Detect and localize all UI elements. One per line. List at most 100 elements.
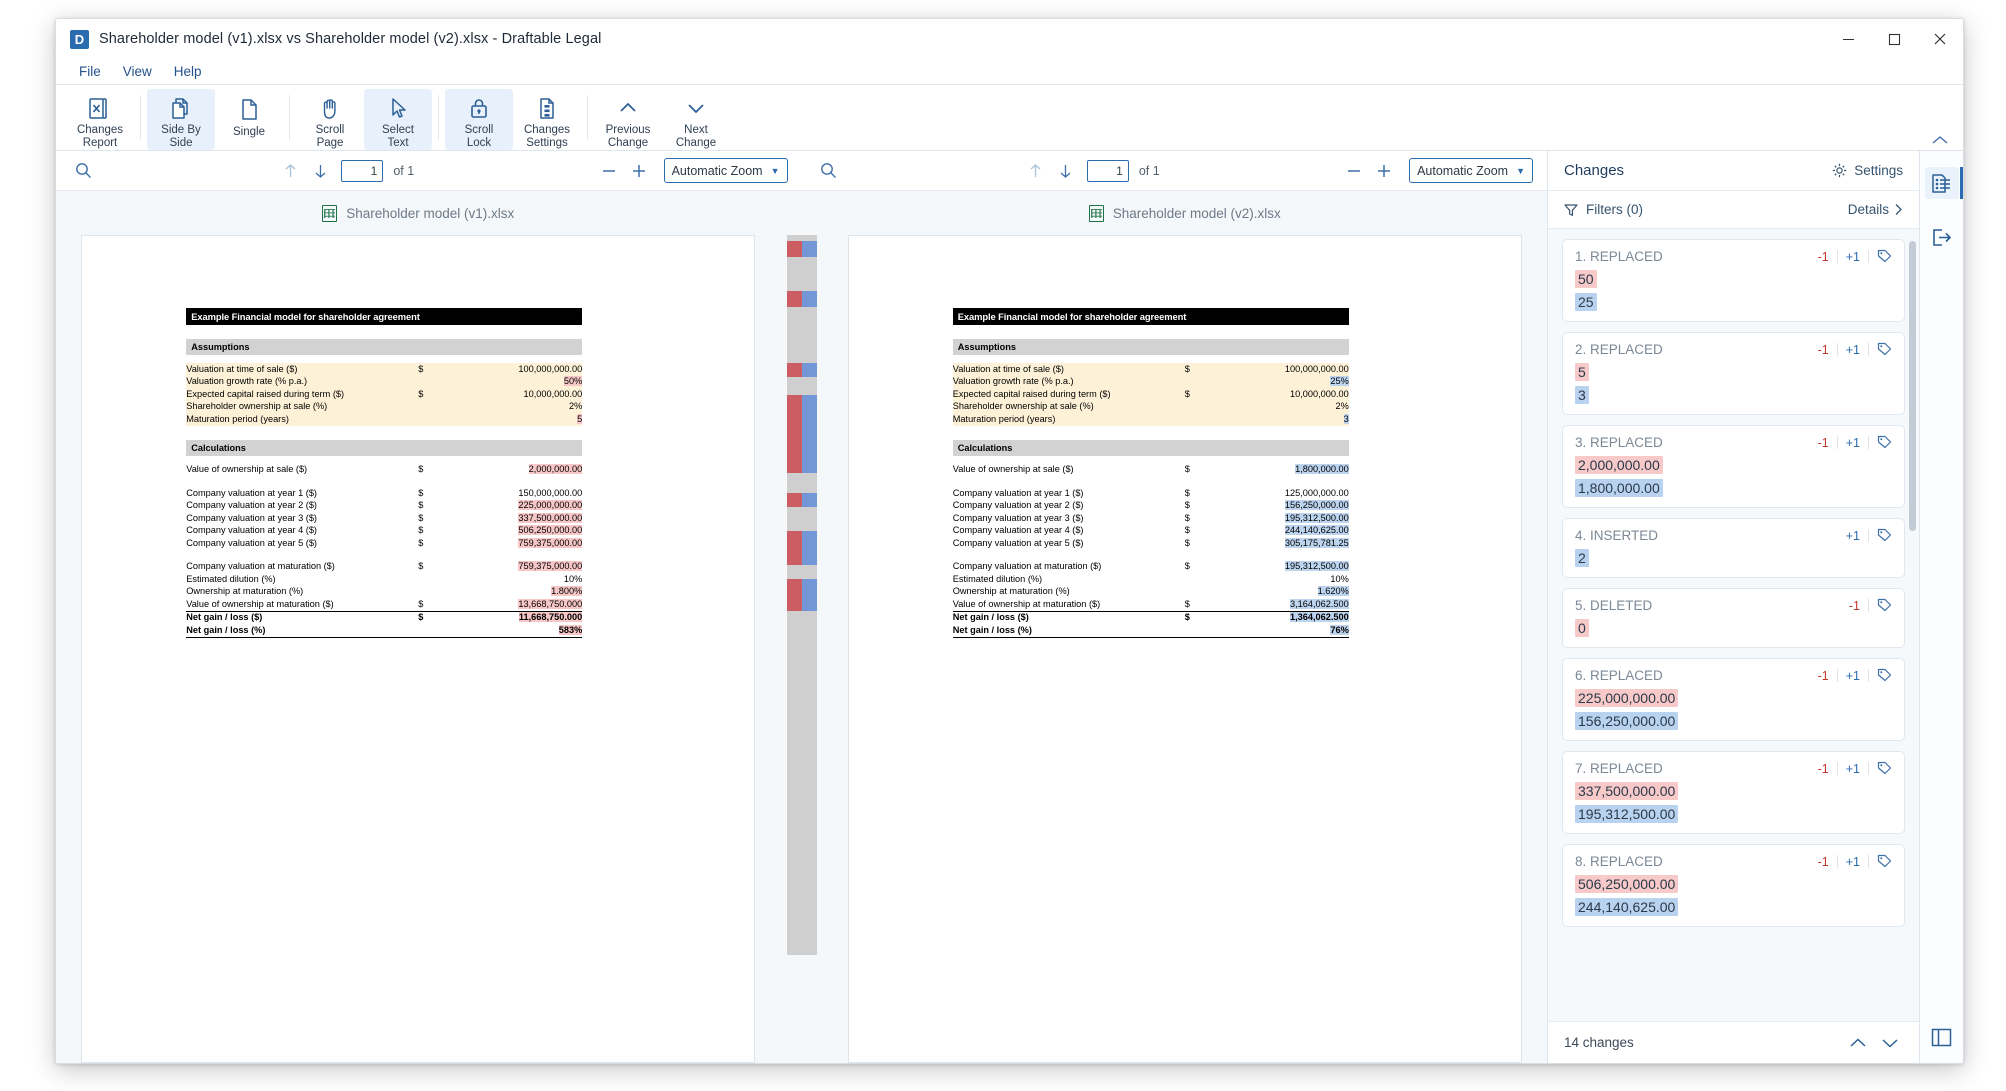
single-button[interactable]: Single xyxy=(215,89,283,150)
chevron-up-icon xyxy=(617,96,639,120)
window-controls xyxy=(1825,19,1963,59)
minimize-button[interactable] xyxy=(1825,19,1871,59)
changes-panel: Changes Settings Filters (0) Details 1. … xyxy=(1547,151,1919,1063)
changes-settings-icon xyxy=(536,96,558,120)
search-icon[interactable] xyxy=(816,158,842,184)
zoom-select-left[interactable]: Automatic Zoom ▼ xyxy=(663,158,788,183)
change-minimap[interactable] xyxy=(780,191,823,1063)
export-rail-button[interactable] xyxy=(1925,221,1959,253)
document-pane-right[interactable]: Shareholder model (v2).xlsx Example Fina… xyxy=(822,191,1547,1063)
changes-report-button[interactable]: Changes Report xyxy=(66,89,134,150)
menu-item-file[interactable]: File xyxy=(68,62,112,81)
settings-button[interactable]: Settings xyxy=(1832,163,1903,178)
next-change-footer-button[interactable] xyxy=(1877,1030,1903,1056)
zoom-out-button[interactable] xyxy=(596,158,622,184)
select-text-button[interactable]: Select Text xyxy=(364,89,432,150)
change-index: 1. xyxy=(1575,249,1591,264)
change-card[interactable]: 8. REPLACED -1 +1 506,250,000.00 244,140,625… xyxy=(1562,844,1905,927)
ribbon-separator xyxy=(587,95,588,140)
sheet-row-value: 1,800,000.00 xyxy=(1295,464,1349,474)
sheet-row-value: 225,000,000.00 xyxy=(518,500,583,510)
minimap-change-marker[interactable] xyxy=(786,363,817,377)
changes-list-rail-button[interactable] xyxy=(1924,167,1959,199)
minimap-change-marker[interactable] xyxy=(786,493,817,507)
scroll-page-button[interactable]: Scroll Page xyxy=(296,89,364,150)
minimap-deleted-marker xyxy=(786,493,802,507)
change-type: INSERTED xyxy=(1590,528,1659,543)
two-pages-icon xyxy=(170,96,192,120)
sheet-row-label: Maturation period (years) xyxy=(952,413,1056,424)
sheet-row: Value of ownership at maturation ($) $13,… xyxy=(186,598,583,612)
change-card[interactable]: 5. DELETED -1 0 xyxy=(1562,588,1905,648)
ribbon-collapse-button[interactable] xyxy=(1931,135,1949,146)
zoom-in-button[interactable] xyxy=(626,158,652,184)
sheet-row-value: 76% xyxy=(1210,624,1349,638)
sheet-row: Company valuation at year 4 ($) $244,140,… xyxy=(953,525,1349,538)
right-assumptions-table: Valuation at time of sale ($) $100,000,00… xyxy=(952,363,1349,426)
sheet-row: Value of ownership at sale ($) $1,800,000… xyxy=(953,464,1349,477)
minimap-change-marker[interactable] xyxy=(786,531,817,565)
tag-icon[interactable] xyxy=(1877,249,1892,264)
sheet-row-value: 1.620% xyxy=(1317,586,1349,596)
filters-button[interactable]: Filters (0) xyxy=(1564,202,1643,217)
scroll-lock-button[interactable]: Scroll Lock xyxy=(445,89,513,150)
tag-icon[interactable] xyxy=(1877,435,1892,450)
change-card[interactable]: 2. REPLACED -1 +1 5 3 xyxy=(1562,332,1905,415)
tag-icon[interactable] xyxy=(1877,761,1892,776)
excel-file-icon xyxy=(1088,204,1104,222)
minimap-change-marker[interactable] xyxy=(786,395,817,473)
changes-list[interactable]: 1. REPLACED -1 +1 50 25 2. REPLACED -1 +1 5 3 3. R… xyxy=(1548,229,1919,1021)
change-deleted-text: 0 xyxy=(1575,619,1892,637)
change-card-header: 3. REPLACED -1 +1 xyxy=(1575,435,1892,450)
tag-icon[interactable] xyxy=(1877,342,1892,357)
details-button[interactable]: Details xyxy=(1848,202,1903,217)
sheet-row-label: Expected capital raised during term ($) xyxy=(186,388,345,399)
side-by-side-button[interactable]: Side By Side xyxy=(147,89,215,150)
menu-item-help[interactable]: Help xyxy=(163,62,213,81)
tag-icon[interactable] xyxy=(1877,854,1892,869)
footer-nav-buttons xyxy=(1845,1030,1903,1056)
next-change-button[interactable]: Next Change xyxy=(662,89,730,150)
minimap-change-marker[interactable] xyxy=(786,579,817,611)
zoom-out-button[interactable] xyxy=(1341,158,1367,184)
sheet-row-label: Valuation growth rate (% p.a.) xyxy=(952,376,1074,386)
change-index: 6. xyxy=(1575,668,1591,683)
maximize-button[interactable] xyxy=(1871,19,1917,59)
previous-page-button[interactable] xyxy=(1023,158,1049,184)
previous-change-footer-button[interactable] xyxy=(1845,1030,1871,1056)
close-button[interactable] xyxy=(1917,19,1963,59)
next-page-button[interactable] xyxy=(1053,158,1079,184)
search-icon[interactable] xyxy=(70,158,96,184)
sheet-row-value: 50% xyxy=(563,376,583,386)
tag-icon[interactable] xyxy=(1877,598,1892,613)
change-card-header: 8. REPLACED -1 +1 xyxy=(1575,854,1892,869)
menu-item-view[interactable]: View xyxy=(112,62,163,81)
changes-report-label: Changes Report xyxy=(76,124,124,149)
filters-label: Filters (0) xyxy=(1586,202,1643,217)
change-card[interactable]: 4. INSERTED +1 2 xyxy=(1562,518,1905,578)
change-card[interactable]: 7. REPLACED -1 +1 337,500,000.00 195,312,500… xyxy=(1562,751,1905,834)
minimap-change-marker[interactable] xyxy=(786,241,817,257)
next-page-button[interactable] xyxy=(307,158,333,184)
document-pane-left[interactable]: Shareholder model (v1).xlsx Example Fina… xyxy=(56,191,781,1063)
change-inserted-count: +1 xyxy=(1845,528,1860,543)
sheet-row-label: Company valuation at year 4 ($) xyxy=(186,525,317,535)
page-number-input[interactable]: 1 xyxy=(1086,159,1129,182)
zoom-in-button[interactable] xyxy=(1371,158,1397,184)
select-text-label: Select Text xyxy=(382,124,414,149)
tag-icon[interactable] xyxy=(1877,668,1892,683)
page-number-input[interactable]: 1 xyxy=(341,159,384,182)
zoom-select-right[interactable]: Automatic Zoom ▼ xyxy=(1409,158,1534,183)
change-card[interactable]: 6. REPLACED -1 +1 225,000,000.00 156,250,000… xyxy=(1562,658,1905,741)
toggle-panel-button[interactable] xyxy=(1925,1021,1959,1053)
previous-change-button[interactable]: Previous Change xyxy=(594,89,662,150)
change-card[interactable]: 3. REPLACED -1 +1 2,000,000.00 1,800,000.00 xyxy=(1562,425,1905,508)
minimap-change-marker[interactable] xyxy=(786,291,817,307)
previous-page-button[interactable] xyxy=(277,158,303,184)
sheet-row-label: Company valuation at year 1 ($) xyxy=(186,487,317,498)
changes-list-scrollbar[interactable] xyxy=(1909,241,1916,531)
tag-icon[interactable] xyxy=(1877,528,1892,543)
minimap-track[interactable] xyxy=(786,235,817,955)
changes-settings-button[interactable]: Changes Settings xyxy=(513,89,581,150)
change-card[interactable]: 1. REPLACED -1 +1 50 25 xyxy=(1562,239,1905,322)
